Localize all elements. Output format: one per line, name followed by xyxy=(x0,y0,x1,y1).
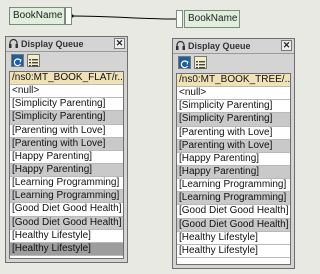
queue-row[interactable]: [Learning Programming] xyxy=(177,179,290,193)
list-icon xyxy=(29,59,38,67)
source-field-node[interactable]: BookName xyxy=(9,7,65,25)
queue-row[interactable]: [Happy Parenting] xyxy=(177,165,290,180)
queue-row[interactable]: [Healthy Lifestyle] xyxy=(10,229,123,243)
refresh-button[interactable] xyxy=(178,56,191,69)
queue-row[interactable]: [Happy Parenting] xyxy=(10,150,123,164)
queue-row[interactable]: <null> xyxy=(177,87,290,101)
queue-row[interactable]: [Parenting with Love] xyxy=(177,139,290,153)
display-queue-panel-right: Display Queue ✕ /ns0:MT_BOOK_TREE/... <n… xyxy=(172,38,295,269)
queue-row[interactable]: [Parenting with Love] xyxy=(10,137,123,151)
refresh-icon xyxy=(180,60,189,69)
refresh-icon xyxy=(13,58,22,67)
queue-list[interactable]: /ns0:MT_BOOK_TREE/... <null> [Simplicity… xyxy=(176,73,291,265)
list-icon xyxy=(196,61,205,69)
close-button[interactable]: ✕ xyxy=(281,40,292,51)
queue-list[interactable]: /ns0:MT_BOOK_FLAT/r... <null> [Simplicit… xyxy=(9,71,124,259)
queue-row[interactable]: [Learning Programming] xyxy=(10,177,123,191)
queue-row[interactable]: [Happy Parenting] xyxy=(177,152,290,166)
queue-row[interactable]: [Good Diet Good Health] xyxy=(177,205,290,219)
queue-row[interactable]: [Parenting with Love] xyxy=(177,126,290,140)
target-port-handle[interactable] xyxy=(176,10,183,28)
queue-row[interactable]: [Parenting with Love] xyxy=(10,124,123,138)
queue-row[interactable]: [Good Diet Good Health] xyxy=(10,203,123,217)
queue-row[interactable]: [Good Diet Good Health] xyxy=(177,218,290,232)
panel-titlebar: Display Queue ✕ xyxy=(173,39,294,54)
queue-row[interactable]: <null> xyxy=(10,85,123,99)
queue-row[interactable]: [Simplicity Parenting] xyxy=(10,111,123,125)
queue-row[interactable]: [Simplicity Parenting] xyxy=(177,100,290,114)
panel-toolbar xyxy=(6,52,127,70)
queue-row[interactable]: [Healthy Lifestyle] xyxy=(177,244,290,258)
close-button[interactable]: ✕ xyxy=(114,38,125,49)
list-view-button[interactable] xyxy=(194,56,207,69)
queue-row[interactable]: [Good Diet Good Health] xyxy=(10,216,123,230)
queue-row[interactable]: [Simplicity Parenting] xyxy=(10,98,123,112)
queue-row[interactable]: [Happy Parenting] xyxy=(10,163,123,178)
headphones-icon xyxy=(176,40,185,50)
panel-title: Display Queue xyxy=(188,41,251,51)
panel-toolbar xyxy=(173,54,294,72)
source-port-handle[interactable] xyxy=(65,7,72,25)
queue-context-path[interactable]: /ns0:MT_BOOK_FLAT/r... xyxy=(10,72,123,86)
queue-row[interactable]: [Learning Programming] xyxy=(10,190,123,204)
refresh-button[interactable] xyxy=(11,54,24,67)
display-queue-panel-left: Display Queue ✕ /ns0:MT_BOOK_FLAT/r... <… xyxy=(5,36,128,263)
headphones-icon xyxy=(9,38,18,48)
source-field-label: BookName xyxy=(13,10,63,21)
list-view-button[interactable] xyxy=(27,54,40,67)
target-field-node[interactable]: BookName xyxy=(184,10,240,28)
target-field-label: BookName xyxy=(188,13,238,24)
mapping-canvas: BookName BookName Display Queue ✕ /ns0:M… xyxy=(0,0,300,274)
queue-row[interactable]: [Healthy Lifestyle] xyxy=(177,231,290,245)
queue-row-selected[interactable]: [Healthy Lifestyle] xyxy=(10,242,123,256)
queue-row[interactable]: [Simplicity Parenting] xyxy=(177,113,290,127)
panel-title: Display Queue xyxy=(21,39,84,49)
panel-titlebar: Display Queue ✕ xyxy=(6,37,127,52)
queue-row[interactable]: [Learning Programming] xyxy=(177,192,290,206)
queue-context-path[interactable]: /ns0:MT_BOOK_TREE/... xyxy=(177,74,290,88)
